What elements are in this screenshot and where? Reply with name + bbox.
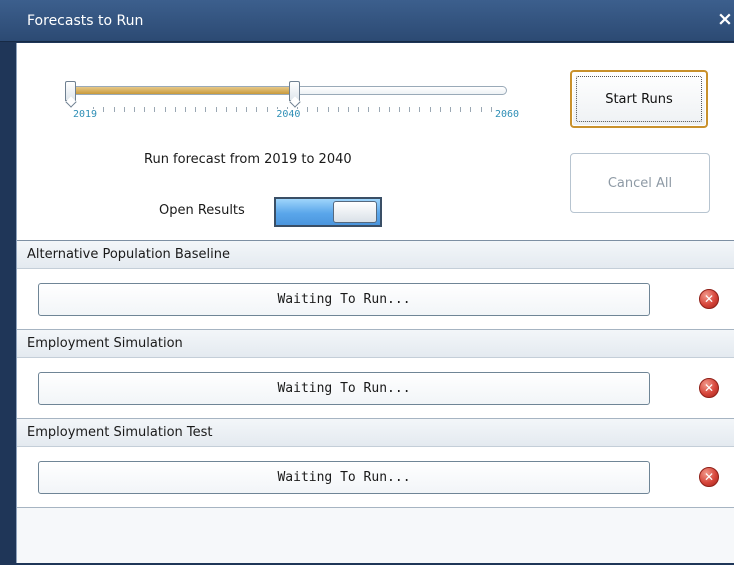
slider-tick: [174, 107, 176, 112]
remove-forecast-icon[interactable]: ✕: [699, 289, 719, 309]
cancel-all-label: Cancel All: [607, 175, 673, 191]
slider-selected-range: [70, 87, 294, 94]
slider-tick: [470, 107, 472, 112]
forecast-status-text: Waiting To Run...: [277, 470, 411, 485]
forecast-name: Alternative Population Baseline: [17, 241, 734, 269]
open-results-toggle[interactable]: [274, 197, 382, 227]
open-results-label: Open Results: [159, 203, 245, 218]
run-options-panel: 2019 2040 2060 Run forecast from 2019 to…: [17, 43, 734, 240]
slider-tick: [133, 107, 135, 112]
slider-tick: [399, 107, 401, 112]
forecast-item: Employment Simulation Test Waiting To Ru…: [17, 419, 734, 508]
slider-start-handle[interactable]: [65, 81, 76, 101]
slider-tick: [215, 107, 217, 112]
slider-tick: [348, 107, 350, 112]
cancel-all-button[interactable]: Cancel All: [570, 153, 710, 213]
slider-tick: [439, 107, 441, 112]
slider-tick: [490, 107, 492, 112]
slider-tick: [205, 107, 207, 112]
forecast-status-text: Waiting To Run...: [277, 381, 411, 396]
forecast-list: Alternative Population Baseline Waiting …: [17, 240, 734, 563]
remove-forecast-icon[interactable]: ✕: [699, 378, 719, 398]
title-bar: Forecasts to Run ×: [0, 0, 734, 42]
slider-tick: [307, 107, 309, 112]
slider-tick: [144, 107, 146, 112]
start-runs-button[interactable]: Start Runs: [570, 70, 708, 128]
range-summary-text: Run forecast from 2019 to 2040: [144, 152, 352, 167]
forecast-status-text: Waiting To Run...: [277, 292, 411, 307]
slider-tick: [195, 107, 197, 112]
forecast-item: Employment Simulation Waiting To Run... …: [17, 330, 734, 419]
close-icon[interactable]: ×: [717, 8, 733, 30]
forecast-status-bar: Waiting To Run...: [38, 283, 650, 316]
slider-tick: [256, 107, 258, 112]
forecast-item: Alternative Population Baseline Waiting …: [17, 241, 734, 330]
slider-tick: [409, 107, 411, 112]
forecast-name: Employment Simulation: [17, 330, 734, 358]
forecasts-window: Forecasts to Run × 2019 2040 2060 Run fo…: [0, 0, 734, 565]
slider-tick: [246, 107, 248, 112]
slider-tick: [184, 107, 186, 112]
slider-tick: [460, 107, 462, 112]
slider-tick: [113, 107, 115, 112]
forecast-status-bar: Waiting To Run...: [38, 372, 650, 405]
slider-mid-label: 2040: [275, 109, 302, 120]
slider-tick: [480, 107, 482, 112]
forecast-name: Employment Simulation Test: [17, 419, 734, 447]
toggle-knob[interactable]: [333, 201, 377, 223]
forecast-status-bar: Waiting To Run...: [38, 461, 650, 494]
year-range-slider[interactable]: 2019 2040 2060: [55, 70, 521, 130]
slider-track[interactable]: [69, 86, 507, 95]
slider-tick: [419, 107, 421, 112]
start-runs-label: Start Runs: [605, 91, 673, 107]
slider-tick: [103, 107, 105, 112]
slider-max-label: 2060: [494, 109, 521, 120]
slider-tick: [235, 107, 237, 112]
window-title: Forecasts to Run: [27, 13, 144, 29]
slider-tick: [388, 107, 390, 112]
slider-tick: [225, 107, 227, 112]
slider-tick: [266, 107, 268, 112]
slider-tick: [154, 107, 156, 112]
slider-end-handle[interactable]: [289, 81, 301, 101]
slider-tick: [450, 107, 452, 112]
slider-tick: [164, 107, 166, 112]
slider-tick: [358, 107, 360, 112]
slider-tick: [429, 107, 431, 112]
slider-tick: [337, 107, 339, 112]
slider-tick: [123, 107, 125, 112]
slider-min-label: 2019: [72, 109, 99, 120]
slider-tick: [368, 107, 370, 112]
slider-tick: [317, 107, 319, 112]
slider-tick: [378, 107, 380, 112]
slider-tick: [327, 107, 329, 112]
window-content: 2019 2040 2060 Run forecast from 2019 to…: [16, 43, 734, 563]
remove-forecast-icon[interactable]: ✕: [699, 467, 719, 487]
